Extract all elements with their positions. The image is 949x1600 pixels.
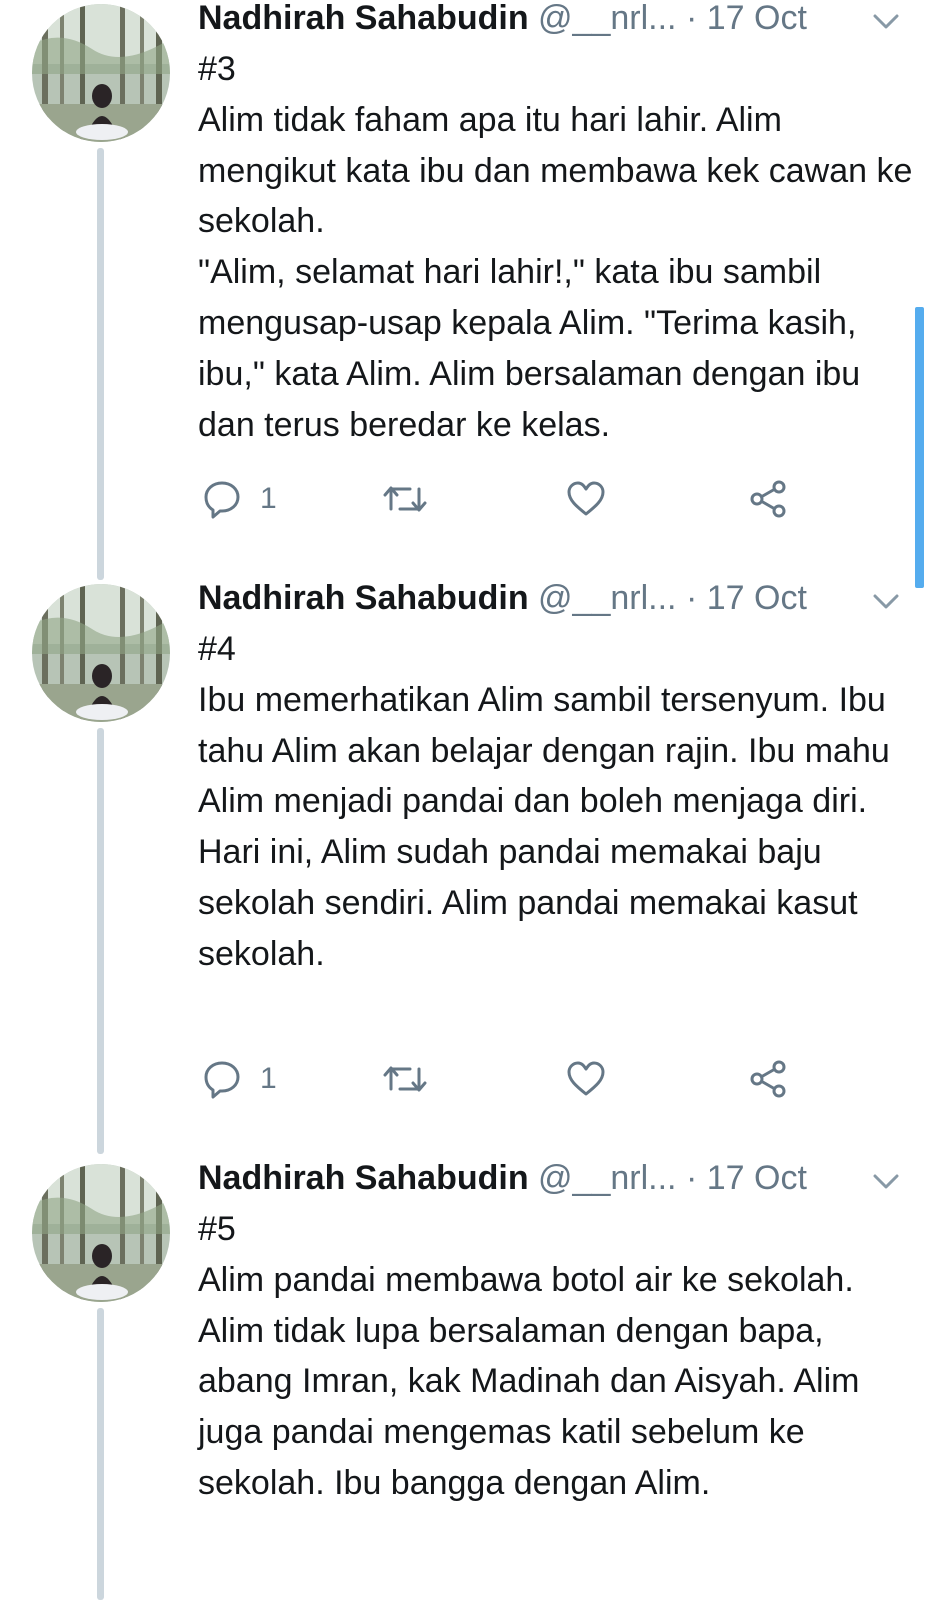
chevron-down-icon[interactable] [872,1172,900,1192]
share-icon [748,479,788,519]
tweet-card[interactable]: Nadhirah Sahabudin @__nrl... · 17 Oct #4… [0,579,949,1160]
retweet-button[interactable] [382,1054,428,1104]
share-icon [748,1059,788,1099]
share-button[interactable] [748,1054,788,1104]
author-handle[interactable]: @__nrl... [538,1159,676,1197]
tweet-card[interactable]: Nadhirah Sahabudin @__nrl... · 17 Oct #3… [0,0,949,580]
thread-line [97,728,104,1154]
tweet-actions: 1 [198,474,818,524]
author-name[interactable]: Nadhirah Sahabudin [198,1159,529,1197]
tweet-header: Nadhirah Sahabudin @__nrl... · 17 Oct [198,572,807,624]
tweet-actions: 1 [198,1054,818,1104]
tweet-header: Nadhirah Sahabudin @__nrl... · 17 Oct [198,0,807,44]
reply-button[interactable]: 1 [202,1054,277,1104]
tweet-text: #5 Alim pandai membawa botol air ke seko… [198,1210,860,1502]
chevron-down-icon[interactable] [872,592,900,612]
tweet-date[interactable]: · 17 Oct [686,1159,807,1197]
share-button[interactable] [748,474,788,524]
avatar[interactable] [32,4,170,142]
thread-line [97,1308,104,1600]
tweet-card[interactable]: Nadhirah Sahabudin @__nrl... · 17 Oct #5… [0,1159,949,1600]
thread-line [97,148,104,580]
reply-button[interactable]: 1 [202,474,277,524]
like-icon [566,479,606,519]
reply-icon [202,479,242,519]
retweet-icon [382,1059,428,1099]
tweet-text: #4 Ibu memerhatikan Alim sambil tersenyu… [198,630,890,973]
like-icon [566,1059,606,1099]
author-name[interactable]: Nadhirah Sahabudin [198,0,529,37]
chevron-down-icon[interactable] [872,12,900,32]
retweet-button[interactable] [382,474,428,524]
reply-icon [202,1059,242,1099]
reply-count: 1 [260,1062,277,1095]
avatar[interactable] [32,584,170,722]
author-name[interactable]: Nadhirah Sahabudin [198,579,529,617]
tweet-text: #3 Alim tidak faham apa itu hari lahir. … [198,50,913,444]
author-handle[interactable]: @__nrl... [538,0,676,37]
tweet-date[interactable]: · 17 Oct [686,0,807,37]
author-handle[interactable]: @__nrl... [538,579,676,617]
like-button[interactable] [566,474,606,524]
tweet-date[interactable]: · 17 Oct [686,579,807,617]
tweet-header: Nadhirah Sahabudin @__nrl... · 17 Oct [198,1152,807,1204]
like-button[interactable] [566,1054,606,1104]
reply-count: 1 [260,482,277,515]
avatar[interactable] [32,1164,170,1302]
retweet-icon [382,479,428,519]
